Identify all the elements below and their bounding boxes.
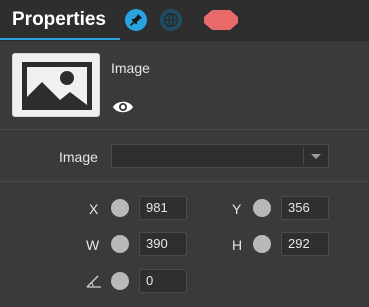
x-keyframe-toggle[interactable] [111,199,129,217]
tab-properties[interactable]: Properties [0,0,120,41]
y-input[interactable]: 356 [281,196,329,220]
h-label: H [232,237,243,253]
select-separator [303,148,304,164]
y-label: Y [232,201,242,217]
h-keyframe-toggle[interactable] [253,235,271,253]
y-keyframe-toggle[interactable] [253,199,271,217]
image-field-label: Image [59,149,98,165]
w-label: W [86,237,100,253]
rotation-input[interactable]: 0 [139,269,187,293]
octagon-icon[interactable] [204,10,238,30]
image-placeholder-icon [22,62,92,110]
w-keyframe-toggle[interactable] [111,235,129,253]
pin-icon[interactable] [125,9,147,31]
x-label: X [89,201,99,217]
w-input[interactable]: 390 [139,232,187,256]
header-divider [0,40,369,41]
eye-icon[interactable] [112,100,134,114]
image-thumbnail[interactable] [12,53,100,117]
layer-name: Image [111,60,150,76]
tab-title: Properties [12,9,106,30]
h-input[interactable]: 292 [281,232,329,256]
globe-icon[interactable] [160,9,182,31]
section-divider [0,129,369,130]
panel-header: Properties [0,0,369,41]
x-input[interactable]: 981 [139,196,187,220]
section-divider [0,181,369,182]
chevron-down-icon[interactable] [311,154,321,159]
angle-icon [86,275,101,288]
image-select[interactable] [111,144,329,168]
rotation-keyframe-toggle[interactable] [111,272,129,290]
